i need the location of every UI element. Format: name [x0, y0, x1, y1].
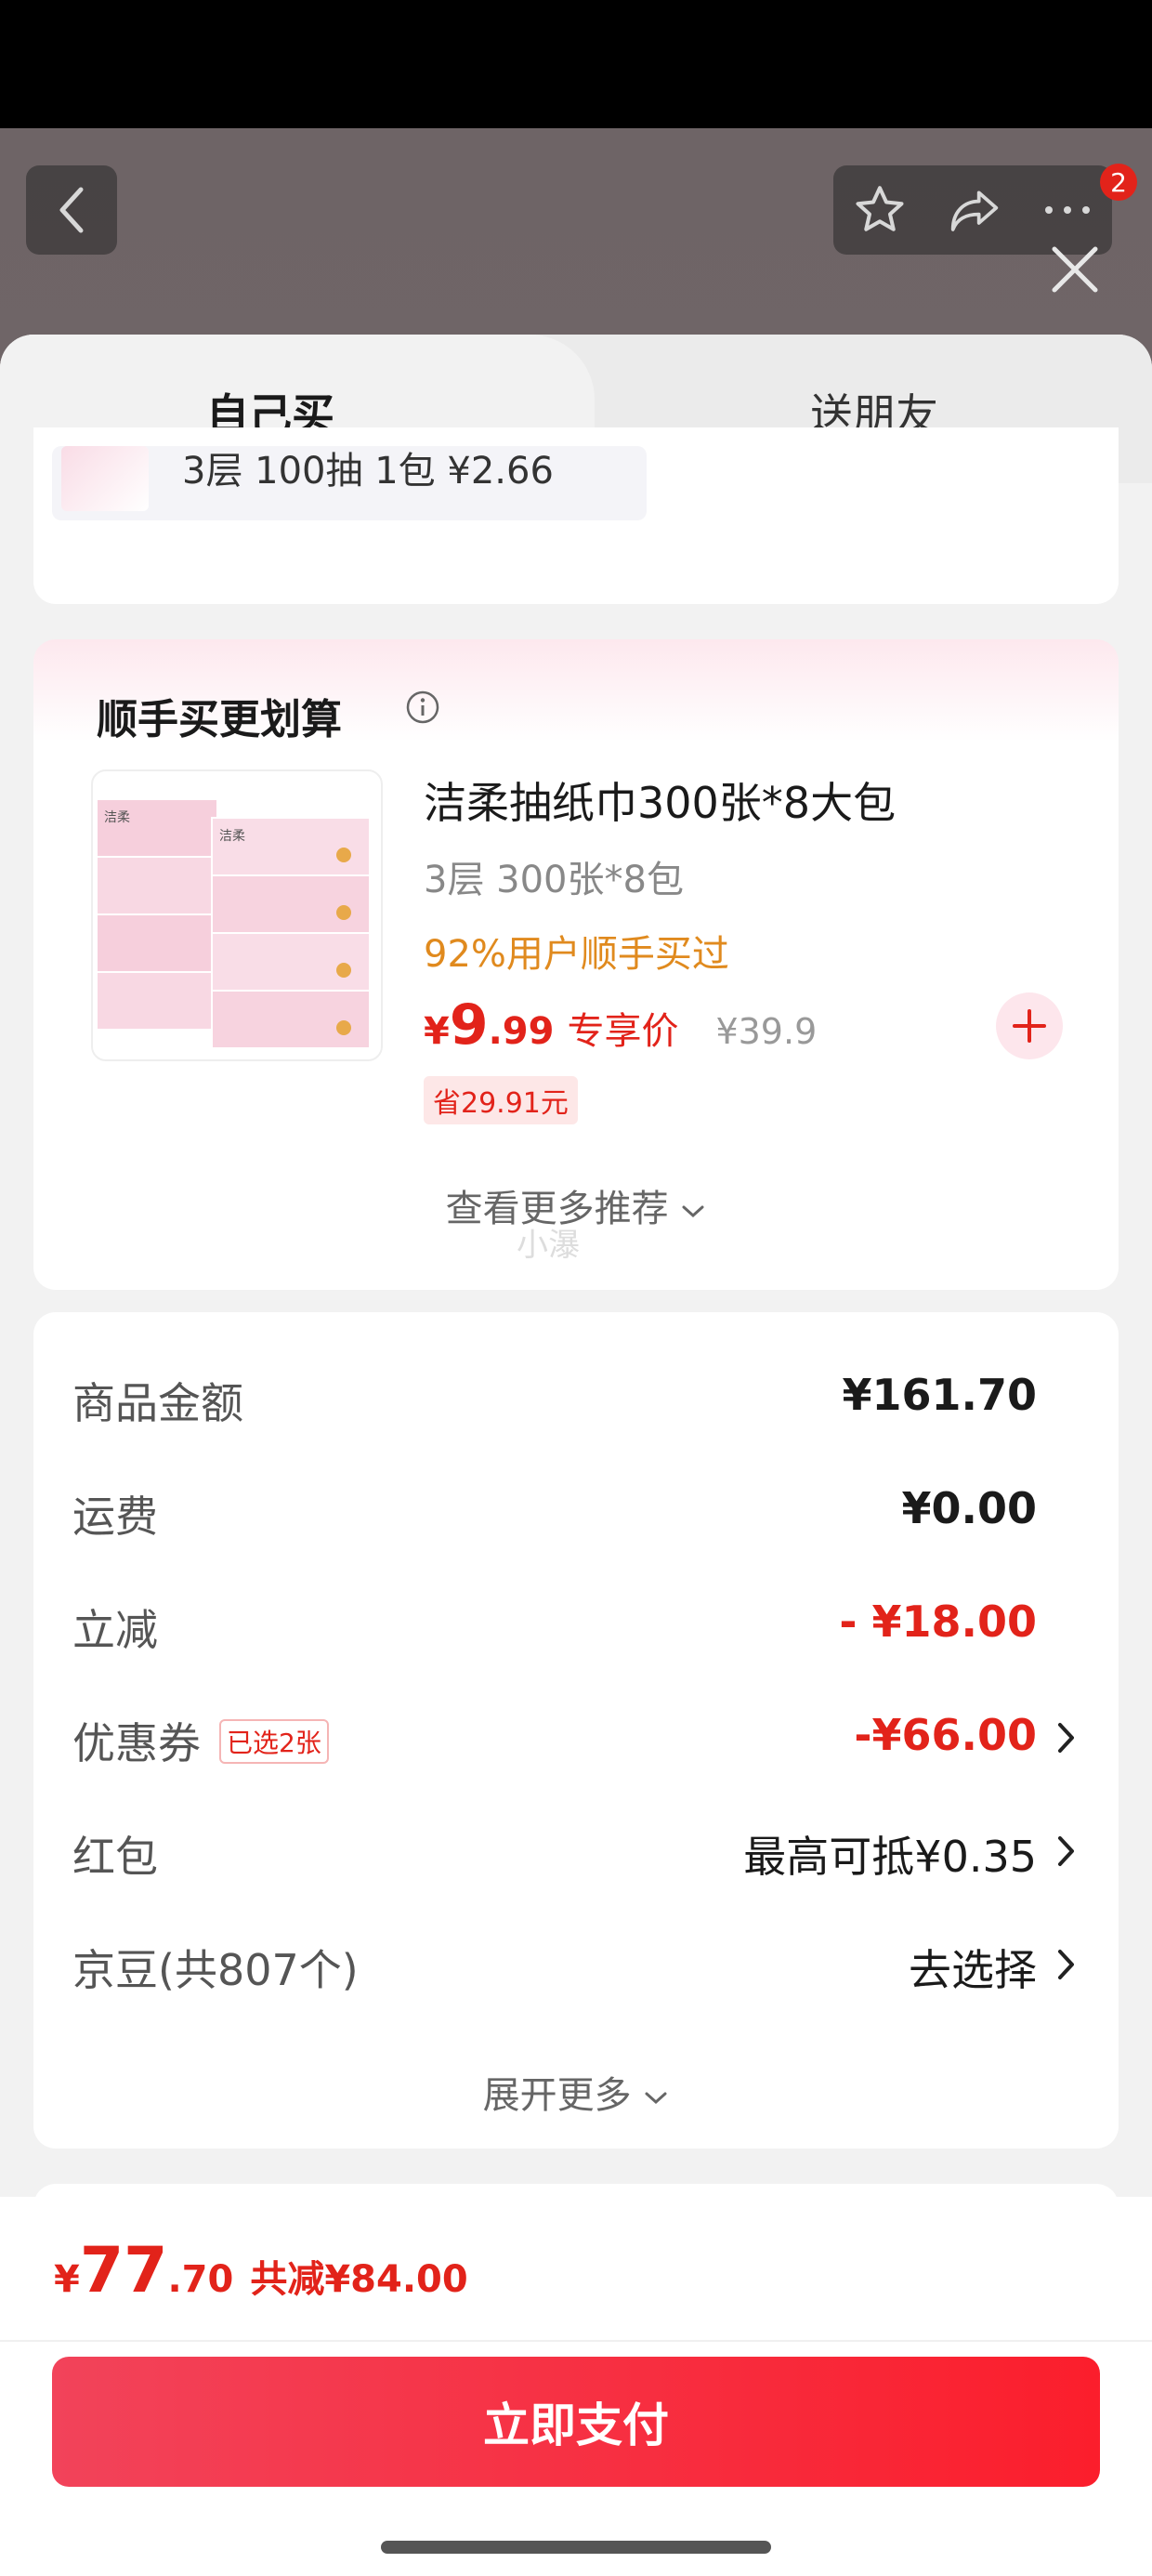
pack-label: 洁柔 [219, 829, 245, 844]
subtotal-value: ¥161.70 [842, 1370, 1037, 1420]
summary-row-coupon[interactable]: 优惠券 已选2张 -¥66.00 [72, 1699, 1080, 1773]
product-price: ¥9.99 专享价 ¥39.9 [424, 992, 817, 1058]
expand-more-label: 展开更多 [482, 2074, 632, 2117]
status-bar [0, 0, 1152, 128]
recommend-title: 顺手买更划算 [97, 696, 342, 743]
chevron-right-icon [1058, 1723, 1074, 1753]
previous-item[interactable]: 3层 100抽 1包 ¥2.66 [52, 446, 647, 520]
coupon-value: -¥66.00 [854, 1710, 1037, 1760]
instant-discount-value: - ¥18.00 [839, 1597, 1037, 1647]
previous-item-text: 3层 100抽 1包 ¥2.66 [182, 450, 554, 493]
order-total: ¥77.70 共减¥84.00 [54, 2234, 468, 2307]
checkout-footer: ¥77.70 共减¥84.00 立即支付 [0, 2197, 1152, 2576]
summary-row-instant-discount: 立减 - ¥18.00 [72, 1585, 1080, 1660]
total-currency: ¥ [54, 2258, 80, 2301]
summary-row-jingdou[interactable]: 京豆(共807个) 去选择 [72, 1925, 1080, 2000]
chevron-down-icon [682, 1205, 704, 1218]
coupon-label-wrap: 优惠券 已选2张 [72, 1710, 329, 1771]
shipping-label: 运费 [72, 1492, 158, 1542]
product-name[interactable]: 洁柔抽纸巾300张*8大包 [424, 769, 896, 831]
cart-badge: 2 [1100, 164, 1137, 201]
share-icon[interactable] [946, 184, 1003, 236]
coupon-label: 优惠券 [72, 1718, 201, 1768]
more-icon[interactable] [1041, 201, 1093, 219]
home-indicator[interactable] [381, 2541, 771, 2554]
chevron-down-icon [645, 2092, 667, 2105]
summary-row-subtotal: 商品金额 ¥161.70 [72, 1359, 1080, 1433]
jingdou-value: 去选择 [909, 1945, 1037, 1995]
shipping-value: ¥0.00 [901, 1483, 1037, 1533]
price-currency: ¥ [424, 1010, 450, 1053]
product-spec: 3层 300张*8包 [424, 859, 684, 901]
footer-divider [0, 2340, 1152, 2342]
instant-discount-label: 立减 [72, 1605, 158, 1655]
recommend-card: 顺手买更划算 洁柔 洁柔 洁柔抽纸巾300张*8大包 3层 300张*8包 92… [33, 639, 1119, 1290]
close-icon[interactable] [1045, 240, 1105, 299]
chevron-left-icon [59, 187, 84, 233]
chevron-right-icon [1058, 1950, 1074, 1979]
red-packet-label: 红包 [72, 1832, 158, 1882]
back-button[interactable] [26, 165, 117, 255]
previous-item-thumb [61, 446, 149, 511]
expand-more-link[interactable]: 展开更多 [33, 2065, 1119, 2119]
total-decimal: .70 [167, 2258, 234, 2301]
chevron-right-icon [1058, 1836, 1074, 1866]
star-icon[interactable] [852, 182, 908, 238]
plus-icon [1013, 1009, 1046, 1043]
original-price: ¥39.9 [715, 1011, 818, 1052]
summary-row-red-packet[interactable]: 红包 最高可抵¥0.35 [72, 1812, 1080, 1886]
add-to-order-button[interactable] [996, 992, 1063, 1059]
price-decimal: .99 [488, 1010, 555, 1053]
red-packet-value: 最高可抵¥0.35 [743, 1832, 1037, 1882]
product-image[interactable]: 洁柔 洁柔 [91, 769, 383, 1061]
coupon-selected-tag: 已选2张 [219, 1718, 329, 1764]
subtotal-label: 商品金额 [72, 1378, 243, 1428]
watermark-text: 小瀑 [517, 1227, 580, 1264]
total-integer: 77 [79, 2234, 168, 2307]
jingdou-label: 京豆(共807个) [72, 1945, 359, 1995]
product-social-proof: 92%用户顺手买过 [424, 933, 729, 976]
total-saved: 共减¥84.00 [250, 2258, 468, 2301]
save-badge: 省29.91元 [424, 1076, 578, 1124]
pay-now-button[interactable]: 立即支付 [52, 2357, 1100, 2487]
price-tag: 专享价 [567, 1010, 679, 1053]
summary-row-shipping: 运费 ¥0.00 [72, 1472, 1080, 1546]
price-summary-card: 商品金额 ¥161.70 运费 ¥0.00 立减 - ¥18.00 优惠券 已选2… [33, 1312, 1119, 2149]
info-icon[interactable] [405, 690, 440, 725]
price-integer: 9 [449, 992, 489, 1058]
pack-label: 洁柔 [104, 810, 130, 825]
tissue-pack-image: 洁柔 洁柔 [96, 798, 371, 1049]
